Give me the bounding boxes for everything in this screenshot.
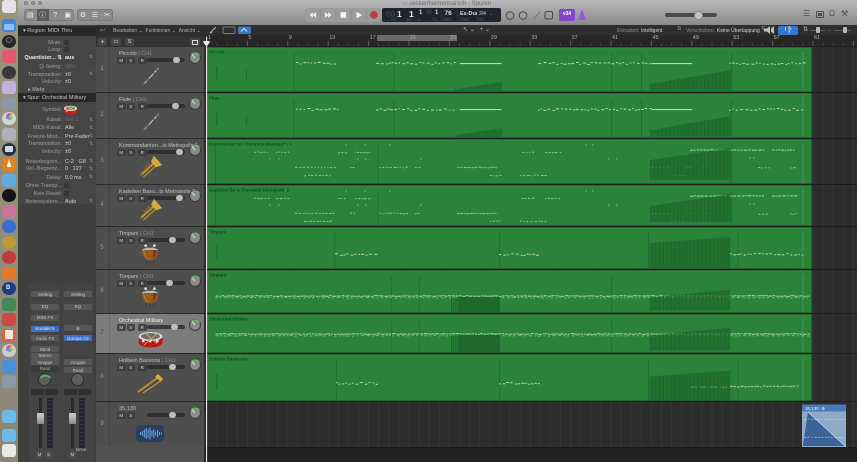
svg-text:Timpani: Timpani [209, 273, 226, 279]
svg-text:Orchestral Military: Orchestral Military [209, 317, 248, 323]
svg-text:Timpani: Timpani [209, 230, 226, 236]
svg-text:Kommandanten Trumpets Metropol: Kommandanten Trumpets Metropolis 1 [209, 142, 292, 148]
svg-text:Holbein Bassoons: Holbein Bassoons [209, 357, 248, 363]
svg-text:Flute: Flute [209, 96, 220, 102]
svg-text:35,130 ⊕: 35,130 ⊕ [805, 406, 825, 411]
svg-text:Kadetten Bass Trumpets Metropo: Kadetten Bass Trumpets Metropolis 2 [209, 188, 289, 194]
svg-text:Piccolo: Piccolo [209, 50, 225, 56]
